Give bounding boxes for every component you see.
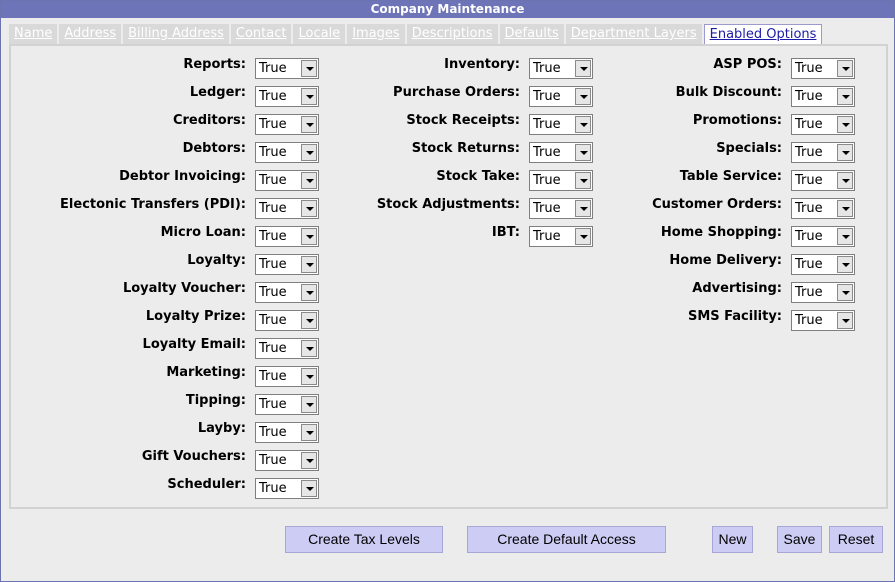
option-value: True <box>259 397 287 412</box>
option-select-sms-facility[interactable]: True <box>791 310 855 331</box>
option-value: True <box>795 173 823 188</box>
option-select-tipping[interactable]: True <box>255 394 319 415</box>
chevron-down-icon[interactable] <box>837 228 853 245</box>
option-select-home-delivery[interactable]: True <box>791 254 855 275</box>
chevron-down-icon[interactable] <box>301 368 317 385</box>
option-label-customer-orders: Customer Orders: <box>652 197 782 212</box>
chevron-down-icon[interactable] <box>837 116 853 133</box>
tab-contact[interactable]: Contact <box>230 24 292 44</box>
option-row-tipping: Tipping: True <box>11 393 319 415</box>
create-tax-levels-button[interactable]: Create Tax Levels <box>285 526 443 553</box>
chevron-down-icon[interactable] <box>837 172 853 189</box>
option-select-promotions[interactable]: True <box>791 114 855 135</box>
reset-button[interactable]: Reset <box>829 526 883 553</box>
option-value: True <box>795 61 823 76</box>
option-label-sms-facility: SMS Facility: <box>687 309 782 324</box>
option-select-asp-pos[interactable]: True <box>791 58 855 79</box>
option-value: True <box>795 117 823 132</box>
tab-name[interactable]: Name <box>9 24 58 44</box>
option-row-advertising: Advertising: True <box>11 281 855 303</box>
option-label-loyalty-email: Loyalty Email: <box>142 337 246 352</box>
chevron-down-icon[interactable] <box>301 452 317 469</box>
create-default-access-button[interactable]: Create Default Access <box>467 526 666 553</box>
chevron-down-icon[interactable] <box>301 396 317 413</box>
option-select-specials[interactable]: True <box>791 142 855 163</box>
option-row-marketing: Marketing: True <box>11 365 319 387</box>
option-value: True <box>259 369 287 384</box>
tab-locale[interactable]: Locale <box>293 24 346 44</box>
tab-billing-address[interactable]: Billing Address <box>123 24 229 44</box>
tab-address[interactable]: Address <box>59 24 122 44</box>
chevron-down-icon[interactable] <box>301 480 317 497</box>
option-label-scheduler: Scheduler: <box>167 477 246 492</box>
option-value: True <box>795 313 823 328</box>
option-row-promotions: Promotions: True <box>11 113 855 135</box>
option-label-asp-pos: ASP POS: <box>713 57 782 72</box>
option-row-layby: Layby: True <box>11 421 319 443</box>
option-row-home-delivery: Home Delivery: True <box>11 253 855 275</box>
option-select-customer-orders[interactable]: True <box>791 198 855 219</box>
option-row-table-service: Table Service: True <box>11 169 855 191</box>
tab-department-layers[interactable]: Department Layers <box>565 24 702 44</box>
option-row-sms-facility: SMS Facility: True <box>11 309 855 331</box>
tab-defaults[interactable]: Defaults <box>499 24 564 44</box>
option-row-home-shopping: Home Shopping: True <box>11 225 855 247</box>
chevron-down-icon[interactable] <box>837 284 853 301</box>
chevron-down-icon[interactable] <box>837 88 853 105</box>
option-select-advertising[interactable]: True <box>791 282 855 303</box>
option-label-table-service: Table Service: <box>679 169 782 184</box>
option-label-home-delivery: Home Delivery: <box>669 253 782 268</box>
option-value: True <box>795 229 823 244</box>
option-label-layby: Layby: <box>197 421 246 436</box>
tab-bar: Name Address Billing Address Contact Loc… <box>9 24 824 45</box>
option-select-layby[interactable]: True <box>255 422 319 443</box>
chevron-down-icon[interactable] <box>837 60 853 77</box>
option-value: True <box>259 341 287 356</box>
chevron-down-icon[interactable] <box>301 340 317 357</box>
option-value: True <box>795 89 823 104</box>
option-label-home-shopping: Home Shopping: <box>660 225 782 240</box>
chevron-down-icon[interactable] <box>301 424 317 441</box>
option-row-scheduler: Scheduler: True <box>11 477 319 499</box>
option-value: True <box>259 453 287 468</box>
option-value: True <box>795 285 823 300</box>
option-label-tipping: Tipping: <box>185 393 246 408</box>
option-value: True <box>795 145 823 160</box>
option-select-scheduler[interactable]: True <box>255 478 319 499</box>
option-select-loyalty-email[interactable]: True <box>255 338 319 359</box>
option-row-customer-orders: Customer Orders: True <box>11 197 855 219</box>
option-value: True <box>795 257 823 272</box>
company-maintenance-window: Company Maintenance Name Address Billing… <box>0 0 895 582</box>
option-select-table-service[interactable]: True <box>791 170 855 191</box>
option-label-marketing: Marketing: <box>166 365 246 380</box>
option-label-advertising: Advertising: <box>692 281 782 296</box>
tab-images[interactable]: Images <box>347 24 405 44</box>
tab-descriptions[interactable]: Descriptions <box>406 24 498 44</box>
chevron-down-icon[interactable] <box>837 256 853 273</box>
chevron-down-icon[interactable] <box>837 144 853 161</box>
option-row-loyalty-email: Loyalty Email: True <box>11 337 319 359</box>
new-button[interactable]: New <box>712 526 753 553</box>
tab-enabled-options[interactable]: Enabled Options <box>703 24 823 45</box>
option-select-marketing[interactable]: True <box>255 366 319 387</box>
option-select-bulk-discount[interactable]: True <box>791 86 855 107</box>
option-value: True <box>259 481 287 496</box>
save-button[interactable]: Save <box>777 526 822 553</box>
option-label-bulk-discount: Bulk Discount: <box>675 85 782 100</box>
chevron-down-icon[interactable] <box>837 200 853 217</box>
option-select-gift-vouchers[interactable]: True <box>255 450 319 471</box>
option-label-specials: Specials: <box>716 141 782 156</box>
enabled-options-panel: Reports: True Ledger: True Creditors: True Deb… <box>9 44 888 509</box>
option-row-gift-vouchers: Gift Vouchers: True <box>11 449 319 471</box>
chevron-down-icon[interactable] <box>837 312 853 329</box>
option-row-asp-pos: ASP POS: True <box>11 57 855 79</box>
option-row-specials: Specials: True <box>11 141 855 163</box>
window-title: Company Maintenance <box>1 1 894 18</box>
option-label-gift-vouchers: Gift Vouchers: <box>141 449 246 464</box>
option-row-bulk-discount: Bulk Discount: True <box>11 85 855 107</box>
option-label-promotions: Promotions: <box>692 113 782 128</box>
option-value: True <box>259 425 287 440</box>
option-select-home-shopping[interactable]: True <box>791 226 855 247</box>
option-value: True <box>795 201 823 216</box>
